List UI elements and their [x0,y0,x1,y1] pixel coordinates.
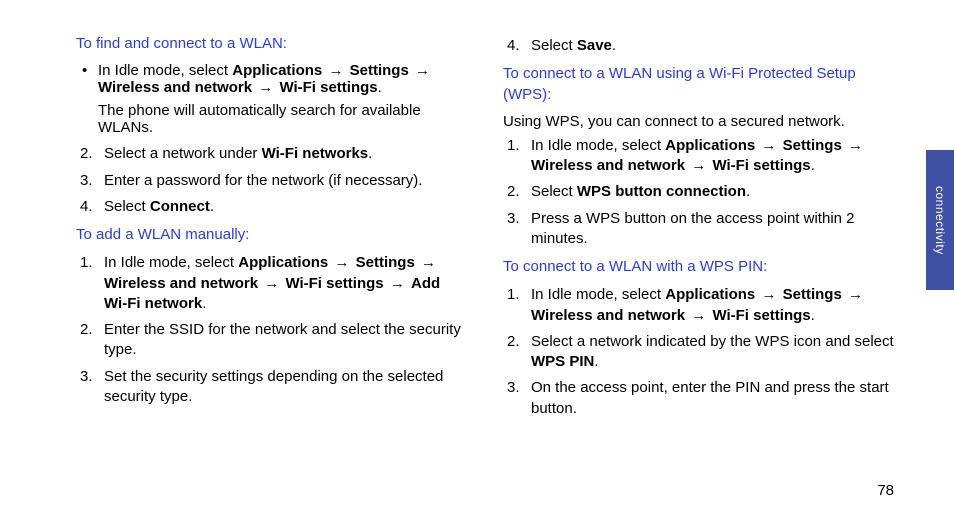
bold-wifi-settings: Wi-Fi settings [712,307,810,324]
bold-applications: Applications [665,137,755,154]
step-enter-pin: On the access point, enter the PIN and p… [503,378,894,419]
manual-page: To find and connect to a WLAN: In Idle m… [0,0,954,517]
step-select-save: Select Save. [503,36,894,56]
arrow-icon: → [262,274,281,294]
text: Select [531,37,577,54]
bold-wifi-settings: Wi-Fi settings [285,275,383,292]
wps-intro: Using WPS, you can connect to a secured … [503,113,894,130]
bold-save: Save [577,37,612,54]
arrow-icon: → [419,253,438,273]
heading-wps: To connect to a WLAN using a Wi-Fi Prote… [503,64,894,105]
step-idle-mode: In Idle mode, select Applications → Sett… [76,62,467,136]
bold-wireless-network: Wireless and network [531,157,685,174]
left-column: To find and connect to a WLAN: In Idle m… [76,30,467,517]
page-number: 78 [877,482,894,499]
step-enter-password: Enter a password for the network (if nec… [76,171,467,191]
bold-wps-pin: WPS PIN [531,353,594,370]
step-select-network: Select a network under Wi-Fi networks. [76,144,467,164]
step-select-wps-button: Select WPS button connection. [503,182,894,202]
add-manually-steps: In Idle mode, select Applications → Sett… [76,253,467,407]
arrow-icon: → [332,253,351,273]
bold-settings: Settings [783,286,842,303]
bold-wifi-networks: Wi-Fi networks [262,145,369,162]
bold-wireless-network: Wireless and network [104,275,258,292]
arrow-icon: → [326,62,345,79]
wps-steps: In Idle mode, select Applications → Sett… [503,136,894,249]
bold-settings: Settings [356,254,415,271]
text: In Idle mode, select [104,254,238,271]
wps-pin-steps: In Idle mode, select Applications → Sett… [503,285,894,419]
step-select-connect: Select Connect. [76,197,467,217]
step-security-settings: Set the security settings depending on t… [76,367,467,408]
step-idle-mode-wps: In Idle mode, select Applications → Sett… [503,136,894,177]
arrow-icon: → [759,136,778,156]
find-connect-numbered: Select a network under Wi-Fi networks. E… [76,144,467,217]
bold-applications: Applications [232,62,322,79]
bold-settings: Settings [350,62,409,79]
arrow-icon: → [759,285,778,305]
bold-connect: Connect [150,198,210,215]
heading-add-manually: To add a WLAN manually: [76,225,467,245]
text: Select [531,183,577,200]
step-select-wps-pin: Select a network indicated by the WPS ic… [503,332,894,373]
arrow-icon: → [413,62,432,79]
bold-wireless-network: Wireless and network [98,79,252,96]
step-idle-mode-add: In Idle mode, select Applications → Sett… [76,253,467,314]
bold-wifi-settings: Wi-Fi settings [712,157,810,174]
step-sub: The phone will automatically search for … [98,102,467,136]
step-enter-ssid: Enter the SSID for the network and selec… [76,320,467,361]
heading-find-connect: To find and connect to a WLAN: [76,34,467,54]
text: In Idle mode, select [531,137,665,154]
bold-wps-button: WPS button connection [577,183,746,200]
heading-wps-pin: To connect to a WLAN with a WPS PIN: [503,257,894,277]
add-manually-cont: Select Save. [503,36,894,56]
text: Select a network indicated by the WPS ic… [531,333,894,350]
arrow-icon: → [846,285,865,305]
arrow-icon: → [256,79,275,96]
arrow-icon: → [388,274,407,294]
bold-wireless-network: Wireless and network [531,307,685,324]
text: Select a network under [104,145,262,162]
step-idle-mode-pin: In Idle mode, select Applications → Sett… [503,285,894,326]
arrow-icon: → [846,136,865,156]
section-tab-label: connectivity [933,186,947,255]
bold-wifi-settings: Wi-Fi settings [279,79,377,96]
arrow-icon: → [689,156,708,176]
text: Select [104,198,150,215]
section-tab: connectivity [926,150,954,290]
bold-applications: Applications [665,286,755,303]
find-connect-steps: In Idle mode, select Applications → Sett… [76,62,467,136]
text: In Idle mode, select [531,286,665,303]
arrow-icon: → [689,306,708,326]
bold-applications: Applications [238,254,328,271]
text: In Idle mode, select [98,62,232,79]
right-column: Select Save. To connect to a WLAN using … [503,30,894,517]
step-press-wps: Press a WPS button on the access point w… [503,209,894,250]
bold-settings: Settings [783,137,842,154]
